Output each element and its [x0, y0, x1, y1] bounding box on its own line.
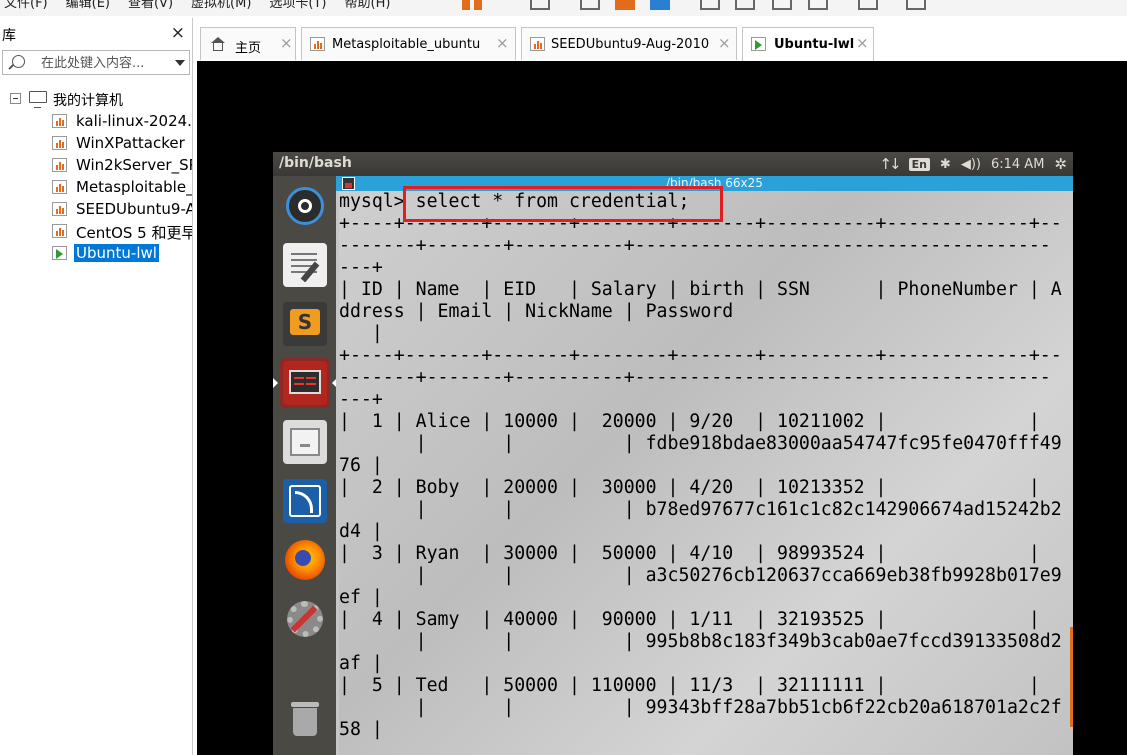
menu-tabs[interactable]: 选项卡(T) — [269, 0, 326, 11]
vm-icon — [52, 114, 67, 128]
vm-tree: 我的计算机 kali-linux-2024.4 WinXPattacker Wi… — [0, 88, 192, 264]
vm-item-ubuntu-lwl[interactable]: Ubuntu-lwl — [0, 242, 192, 264]
menu-help[interactable]: 帮助(H) — [345, 0, 391, 11]
close-icon[interactable]: × — [496, 34, 509, 52]
gear-icon[interactable]: ✲ — [1054, 155, 1067, 173]
window-title: /bin/bash — [279, 155, 352, 171]
terminal-scrollbar[interactable] — [1070, 627, 1073, 727]
menu-view[interactable]: 查看(V) — [128, 0, 173, 11]
revert-snapshot-icon[interactable] — [615, 0, 635, 10]
vm-icon — [52, 202, 67, 216]
terminal-window[interactable]: /bin/bash 66x25 mysql> select * from cre… — [336, 176, 1073, 755]
tab-label: Ubuntu-lwl — [774, 37, 855, 52]
tab-seedubuntu[interactable]: SEEDUbuntu9-Aug-2010 × — [521, 27, 737, 60]
close-icon[interactable]: × — [718, 34, 731, 52]
fullscreen-icon[interactable] — [772, 0, 792, 10]
trash-icon[interactable] — [280, 693, 330, 743]
menu-vm[interactable]: 虚拟机(M) — [191, 0, 251, 11]
terminal-output[interactable]: mysql> select * from credential; +----+-… — [339, 191, 1073, 755]
collapse-icon[interactable] — [10, 93, 21, 104]
unity-icon[interactable] — [808, 0, 828, 10]
console-view-icon[interactable] — [858, 0, 878, 10]
menu-items: 文件(F) 编辑(E) 查看(V) 虚拟机(M) 选项卡(T) 帮助(H) — [4, 0, 390, 11]
vm-running-icon — [751, 37, 766, 51]
menu-file[interactable]: 文件(F) — [4, 0, 48, 11]
tab-label: Metasploitable_ubuntu — [332, 37, 481, 52]
file-manager-icon[interactable] — [280, 417, 330, 467]
vm-item-label: Ubuntu-lwl — [74, 244, 159, 262]
vm-icon — [52, 158, 67, 172]
vm-icon — [52, 180, 67, 194]
menu-bar: 文件(F) 编辑(E) 查看(V) 虚拟机(M) 选项卡(T) 帮助(H) — [0, 0, 1127, 16]
home-icon — [211, 37, 225, 51]
tab-label: 主页 — [235, 41, 262, 56]
wireshark-icon[interactable] — [280, 476, 330, 526]
tab-bar: 主页 × Metasploitable_ubuntu × SEEDUbuntu9… — [196, 27, 1127, 61]
snapshot-manager-icon[interactable] — [650, 0, 670, 10]
ubuntu-dash-icon[interactable] — [280, 181, 330, 231]
tree-root-label: 我的计算机 — [53, 93, 123, 109]
send-ctrl-alt-del-icon[interactable] — [530, 0, 550, 10]
tree-root-my-computer[interactable]: 我的计算机 — [0, 88, 192, 110]
tab-home[interactable]: 主页 × — [200, 27, 296, 60]
library-search[interactable] — [2, 50, 190, 75]
chevron-down-icon[interactable] — [175, 60, 185, 66]
text-editor-icon[interactable] — [280, 240, 330, 290]
vm-item-label: Metasploitable_ — [76, 178, 192, 196]
vm-running-icon — [52, 246, 67, 260]
close-library-button[interactable]: × — [171, 23, 185, 43]
close-icon[interactable]: × — [856, 34, 869, 52]
terminal-icon[interactable] — [273, 358, 337, 408]
keyboard-layout-indicator[interactable]: En — [908, 157, 930, 171]
volume-icon[interactable]: ◀)) — [961, 157, 981, 172]
vm-item-centos[interactable]: CentOS 5 和更早 — [0, 220, 192, 242]
search-icon — [12, 55, 25, 68]
pause-icon-bar — [474, 0, 482, 10]
vm-item-win2kserver[interactable]: Win2kServer_SP — [0, 154, 192, 176]
snapshot-icon[interactable] — [580, 0, 600, 10]
menu-edit[interactable]: 编辑(E) — [66, 0, 110, 11]
tab-ubuntu-lwl[interactable]: Ubuntu-lwl × — [742, 27, 874, 61]
vm-item-label: kali-linux-2024.4 — [76, 112, 192, 130]
vm-item-winxpattacker[interactable]: WinXPattacker — [0, 132, 192, 154]
ubuntu-guest-screen[interactable]: /bin/bash ↑↓ En ✱ ◀)) 6:14 AM ✲ S /bin/b… — [273, 152, 1073, 755]
clock[interactable]: 6:14 AM — [991, 157, 1044, 172]
pause-icon[interactable] — [462, 0, 470, 10]
ubuntu-top-panel: /bin/bash ↑↓ En ✱ ◀)) 6:14 AM ✲ — [273, 152, 1073, 176]
terminal-menu-icon[interactable] — [342, 177, 355, 190]
library-panel: 库 × 我的计算机 kali-linux-2024.4 WinXPattacke… — [0, 18, 193, 755]
search-input[interactable] — [41, 54, 163, 72]
show-library-icon[interactable] — [700, 0, 720, 10]
vm-item-label: SEEDUbuntu9-A — [76, 200, 192, 218]
stretch-guest-icon[interactable] — [906, 0, 926, 10]
query-highlight-box — [403, 186, 723, 222]
tab-label: SEEDUbuntu9-Aug-2010 — [551, 37, 710, 52]
vm-icon — [530, 37, 545, 51]
bluetooth-icon[interactable]: ✱ — [940, 157, 951, 172]
library-header: 库 × — [0, 18, 192, 48]
vm-item-kali[interactable]: kali-linux-2024.4 — [0, 110, 192, 132]
vm-item-seedubuntu[interactable]: SEEDUbuntu9-A — [0, 198, 192, 220]
system-tray: ↑↓ En ✱ ◀)) 6:14 AM ✲ — [879, 155, 1067, 173]
close-icon[interactable]: × — [280, 34, 293, 52]
thumbnail-icon[interactable] — [735, 0, 755, 10]
computer-icon — [29, 91, 47, 108]
network-icon[interactable]: ↑↓ — [879, 155, 901, 173]
vm-icon — [52, 136, 67, 150]
sublime-text-icon[interactable]: S — [280, 299, 330, 349]
vm-item-label: Win2kServer_SP — [76, 156, 192, 174]
tab-metasploitable[interactable]: Metasploitable_ubuntu × — [301, 27, 516, 60]
vm-item-label: CentOS 5 和更早 — [76, 224, 192, 242]
system-settings-icon[interactable] — [280, 594, 330, 644]
vm-icon — [310, 37, 325, 51]
terminal-text[interactable]: mysql> select * from credential; +----+-… — [339, 191, 1062, 741]
library-title: 库 — [2, 28, 16, 44]
vm-item-metasploitable[interactable]: Metasploitable_ — [0, 176, 192, 198]
vm-icon — [52, 224, 67, 238]
firefox-icon[interactable] — [280, 535, 330, 585]
unity-launcher: S — [273, 176, 337, 755]
vm-item-label: WinXPattacker — [76, 134, 185, 152]
